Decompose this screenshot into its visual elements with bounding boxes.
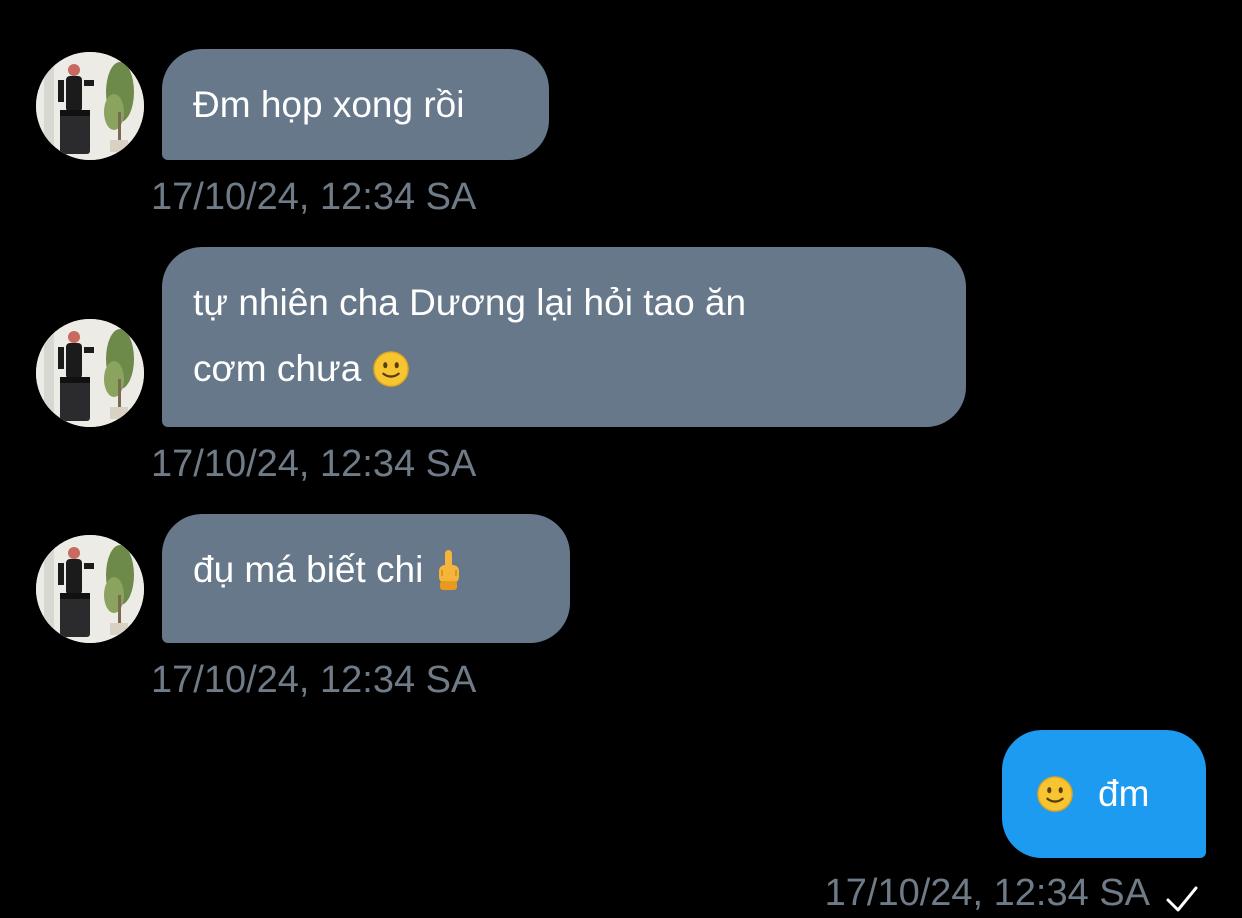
message-bubble-incoming[interactable]: tự nhiên cha Dương lại hỏi tao ăn cơm ch…: [162, 247, 966, 427]
message-bubble-incoming[interactable]: Đm họp xong rồi: [162, 49, 549, 160]
avatar[interactable]: [36, 52, 144, 160]
message-timestamp: 17/10/24, 12:34 SA: [151, 443, 477, 485]
checkmark-icon: [1166, 886, 1198, 912]
slightly-smiling-face-icon: [1037, 776, 1073, 812]
message-text-line: tự nhiên cha Dương lại hỏi tao ăn: [193, 282, 747, 323]
slightly-smiling-face-icon: [372, 351, 409, 387]
middle-finger-icon: [438, 550, 459, 590]
avatar-photo: [36, 52, 144, 160]
avatar-photo: [36, 319, 144, 427]
message-timestamp: 17/10/24, 12:34 SA: [151, 176, 477, 218]
message-text: đụ má biết chi: [193, 549, 424, 590]
avatar[interactable]: [36, 319, 144, 427]
avatar-photo: [36, 535, 144, 643]
message-bubble-outgoing[interactable]: đm: [1002, 730, 1206, 858]
message-bubble-incoming[interactable]: đụ má biết chi: [162, 514, 570, 643]
message-text: Đm họp xong rồi: [193, 84, 465, 125]
message-text: cơm chưa: [193, 348, 362, 389]
message-text-line: cơm chưa: [193, 336, 935, 402]
message-text: đm: [1098, 773, 1150, 814]
message-timestamp: 17/10/24, 12:34 SA: [151, 659, 477, 701]
message-timestamp: 17/10/24, 12:34 SA: [824, 872, 1150, 914]
avatar[interactable]: [36, 535, 144, 643]
